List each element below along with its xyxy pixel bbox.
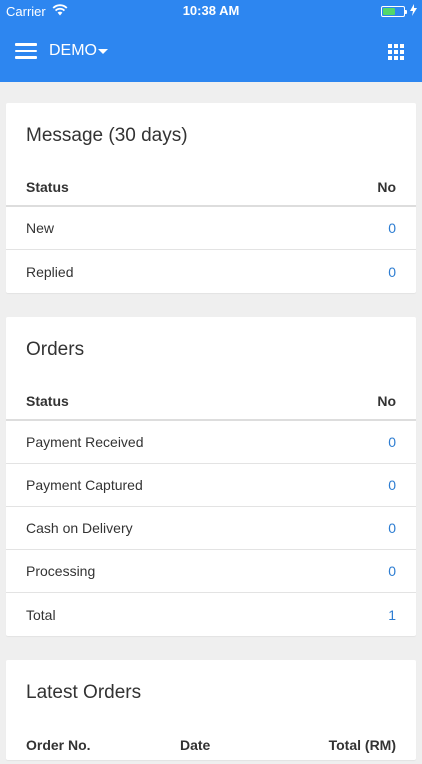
- charging-icon: [410, 4, 417, 19]
- no-column-header: No: [377, 393, 396, 409]
- row-label: Payment Received: [26, 434, 144, 450]
- table-row: Processing 0: [6, 550, 416, 593]
- row-label: Payment Captured: [26, 477, 143, 493]
- battery-icon: [381, 6, 407, 17]
- row-count-link[interactable]: 0: [388, 220, 396, 236]
- row-label: Total: [26, 606, 56, 623]
- orders-title: Orders: [26, 339, 85, 360]
- messages-table-header: Status No: [6, 169, 416, 207]
- row-label: New: [26, 220, 55, 236]
- row-count-link[interactable]: 0: [388, 563, 396, 579]
- table-row: Total 1: [6, 593, 416, 636]
- orders-card: Orders Status No Payment Received 0 Paym…: [6, 317, 416, 636]
- row-count-link[interactable]: 0: [388, 434, 396, 450]
- table-row: Cash on Delivery 0: [6, 507, 416, 550]
- table-row: Replied 0: [6, 250, 416, 293]
- app-header: DEMO: [0, 22, 422, 82]
- status-bar: Carrier 10:38 AM: [0, 0, 422, 22]
- messages-title: Message (30 days): [26, 125, 188, 146]
- total-column-header: Total (RM): [328, 737, 396, 753]
- table-row: Payment Received 0: [6, 421, 416, 464]
- store-selector[interactable]: DEMO: [49, 42, 97, 60]
- row-label: Cash on Delivery: [26, 520, 133, 536]
- date-column-header: Date: [180, 737, 211, 753]
- row-label: Replied: [26, 263, 74, 280]
- latest-orders-card: Latest Orders Order No. Date Total (RM): [6, 660, 416, 760]
- status-column-header: Status: [26, 393, 69, 409]
- row-label: Processing: [26, 563, 96, 579]
- row-count-link[interactable]: 0: [388, 520, 396, 536]
- clock: 10:38 AM: [182, 3, 240, 18]
- latest-orders-title: Latest Orders: [26, 682, 142, 703]
- table-row: Payment Captured 0: [6, 464, 416, 507]
- no-column-header: No: [377, 179, 396, 195]
- order-no-column-header: Order No.: [26, 737, 91, 753]
- messages-card: Message (30 days) Status No New 0 Replie…: [6, 103, 416, 293]
- chevron-down-icon[interactable]: [98, 49, 108, 54]
- row-count-link[interactable]: 0: [388, 477, 396, 493]
- table-row: New 0: [6, 207, 416, 250]
- row-count-link[interactable]: 1: [388, 607, 396, 623]
- orders-table-header: Status No: [6, 383, 416, 421]
- latest-orders-table-header: Order No. Date Total (RM): [6, 726, 416, 764]
- apps-grid-icon[interactable]: [388, 44, 404, 60]
- status-column-header: Status: [26, 179, 69, 195]
- row-count-link[interactable]: 0: [388, 264, 396, 280]
- menu-icon[interactable]: [15, 43, 37, 59]
